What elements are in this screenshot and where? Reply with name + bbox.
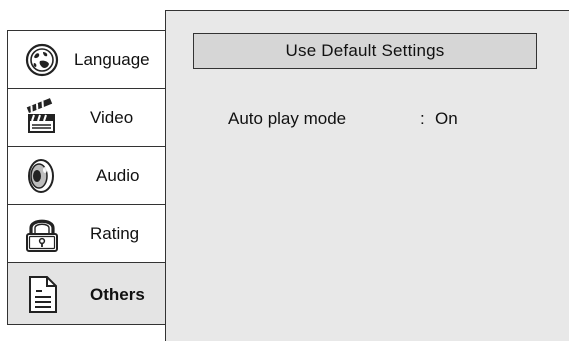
document-icon — [22, 274, 62, 314]
auto-play-mode-setting[interactable]: Auto play mode : On — [228, 109, 548, 131]
sidebar-item-label: Rating — [90, 224, 140, 243]
sidebar-item-rating[interactable]: Rating — [8, 205, 165, 263]
sidebar-item-label: Language — [74, 50, 150, 69]
speaker-icon — [22, 156, 62, 196]
settings-sidebar: Language Video Audio Rating Others — [7, 30, 166, 325]
use-default-settings-button[interactable]: Use Default Settings — [193, 33, 537, 69]
auto-play-mode-label: Auto play mode — [228, 109, 347, 128]
auto-play-mode-separator: : — [420, 109, 425, 128]
settings-content-panel: Use Default Settings Auto play mode : On — [165, 10, 569, 341]
clapperboard-icon — [22, 98, 62, 138]
use-default-settings-label: Use Default Settings — [285, 41, 445, 60]
auto-play-mode-value: On — [435, 109, 458, 128]
sidebar-item-label: Others — [90, 285, 145, 304]
padlock-icon — [22, 214, 62, 254]
sidebar-item-video[interactable]: Video — [8, 89, 165, 147]
sidebar-item-label: Audio — [96, 166, 140, 185]
globe-icon — [22, 40, 62, 80]
sidebar-item-language[interactable]: Language — [8, 31, 165, 89]
sidebar-item-audio[interactable]: Audio — [8, 147, 165, 205]
sidebar-item-others[interactable]: Others — [8, 263, 165, 324]
sidebar-item-label: Video — [90, 108, 134, 127]
